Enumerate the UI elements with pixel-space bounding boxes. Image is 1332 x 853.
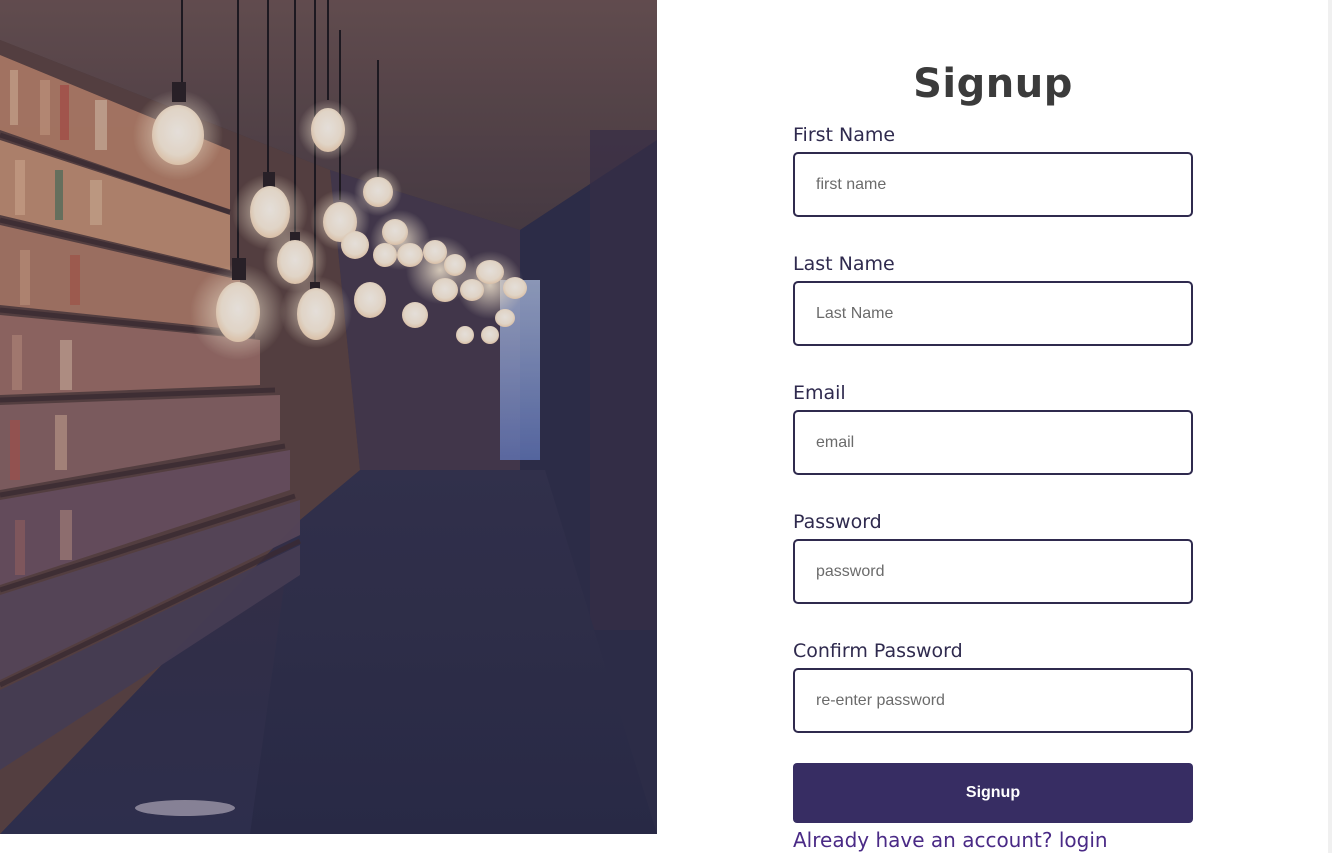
- first-name-input[interactable]: [793, 152, 1193, 217]
- password-input[interactable]: [793, 539, 1193, 604]
- email-label: Email: [793, 382, 846, 404]
- login-prompt-text: Already have an account?: [793, 828, 1053, 852]
- page-scrollbar[interactable]: [1328, 0, 1332, 853]
- confirm-password-input[interactable]: [793, 668, 1193, 733]
- login-prompt: Already have an account? login: [793, 826, 1108, 853]
- first-name-label: First Name: [793, 124, 896, 146]
- form-title: Signup: [913, 61, 1073, 107]
- signup-page: Signup First Name Last Name Email Passwo…: [0, 0, 1332, 853]
- library-illustration: [0, 0, 657, 834]
- last-name-input[interactable]: [793, 281, 1193, 346]
- signup-button[interactable]: Signup: [793, 763, 1193, 823]
- confirm-password-label: Confirm Password: [793, 640, 963, 662]
- hero-image: [0, 0, 657, 834]
- password-label: Password: [793, 511, 882, 533]
- email-input[interactable]: [793, 410, 1193, 475]
- last-name-label: Last Name: [793, 253, 895, 275]
- login-link[interactable]: login: [1059, 828, 1108, 852]
